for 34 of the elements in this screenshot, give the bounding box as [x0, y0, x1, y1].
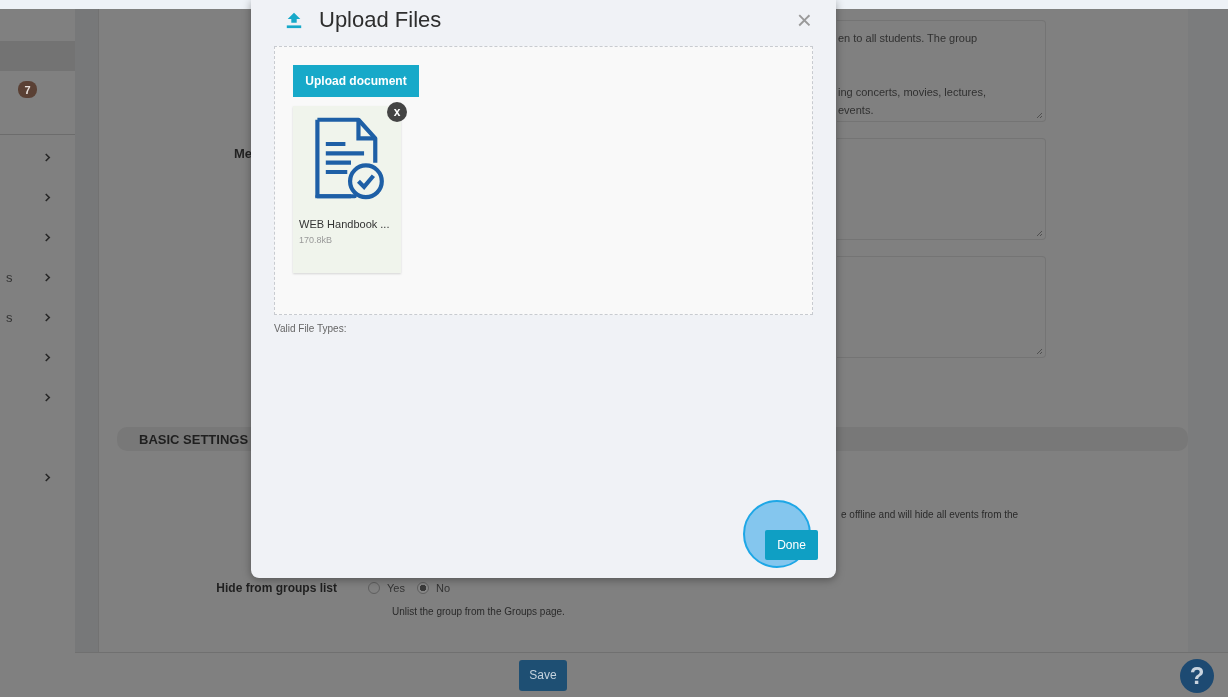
drop-zone[interactable]: Upload document WEB Handbook ... 170.8kB x [274, 46, 813, 315]
save-button[interactable]: Save [519, 659, 567, 691]
setting-description: e offline and will hide all events from the [841, 509, 1019, 520]
upload-document-button[interactable]: Upload document [293, 65, 419, 97]
chevron-right-icon[interactable] [44, 391, 51, 403]
chevron-right-icon[interactable] [44, 471, 51, 483]
setting-label: Hide from groups list [215, 581, 338, 595]
setting-description: Unlist the group from the Groups page. [392, 606, 566, 617]
help-button[interactable]: ? [1180, 659, 1214, 693]
chevron-right-icon[interactable] [44, 351, 51, 363]
resize-grip-icon[interactable] [1035, 111, 1043, 119]
chevron-right-icon[interactable] [44, 271, 51, 283]
menu-label[interactable]: s [6, 309, 13, 325]
sidebar-item[interactable]: 7 [0, 73, 75, 133]
chevron-right-icon[interactable] [44, 151, 51, 163]
field-label: Me [233, 146, 252, 163]
radio-option[interactable]: Yes [368, 582, 405, 594]
radio-option[interactable]: No [416, 582, 450, 594]
file-name: WEB Handbook ... [299, 218, 390, 230]
remove-file-button[interactable]: x [387, 102, 407, 122]
chevron-right-icon[interactable] [44, 231, 51, 243]
resize-grip-icon[interactable] [1035, 229, 1043, 237]
close-button[interactable]: × [796, 10, 812, 30]
chevron-right-icon[interactable] [44, 191, 51, 203]
count-badge: 7 [18, 81, 37, 98]
dialog-title: Upload Files [319, 7, 443, 33]
menu-label[interactable]: s [6, 269, 13, 285]
valid-file-types-label: Valid File Types: [274, 323, 348, 334]
done-button[interactable]: Done [765, 530, 818, 560]
upload-icon [285, 11, 303, 29]
file-size: 170.8kB [299, 235, 333, 245]
chevron-right-icon[interactable] [44, 311, 51, 323]
resize-grip-icon[interactable] [1035, 347, 1043, 355]
text-area[interactable]: en to all students. The group ing concerts, movies, lectures, events. [837, 20, 1046, 122]
